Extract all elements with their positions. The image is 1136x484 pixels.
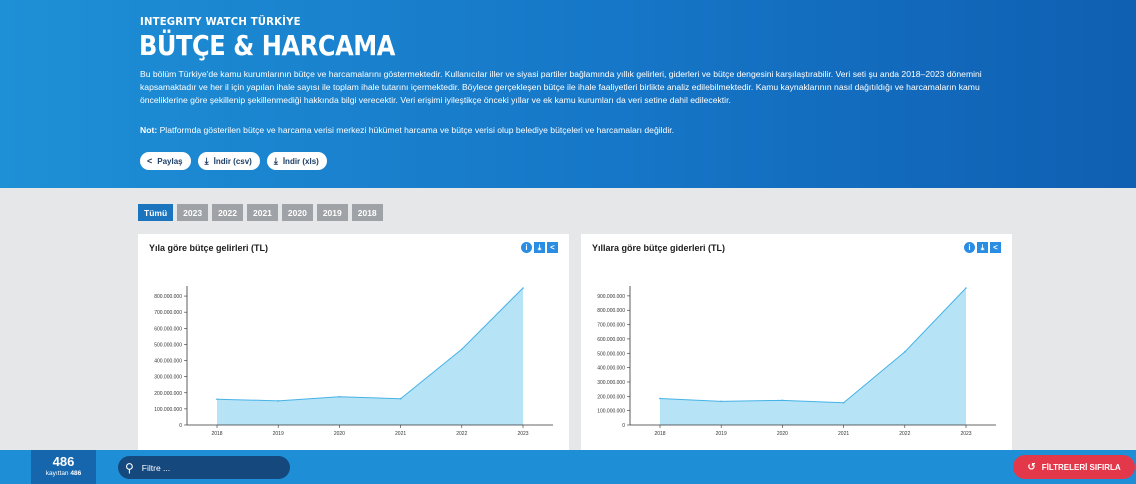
y-tick-label: 300.000.000 [597, 380, 625, 386]
data-point [277, 400, 279, 402]
record-count-label: kayıttan [45, 470, 69, 477]
x-tick-label: 2018 [654, 431, 665, 437]
note-label: Not: [140, 125, 158, 135]
download-csv-label: İndir (csv) [213, 156, 252, 166]
page-description: Bu bölüm Türkiye'de kamu kurumlarının bü… [140, 69, 982, 105]
y-tick-label: 900.000.000 [597, 294, 625, 300]
filter-footer: 486 kayıttan 486 ⚲ Filtre ... ↺ FİLTRELE… [0, 450, 1136, 484]
data-point [965, 287, 967, 289]
y-tick-label: 800.000.000 [597, 308, 625, 314]
download-icon: ⤓ [204, 155, 209, 166]
search-icon: ⚲ [125, 460, 134, 475]
page-header: INTEGRITY WATCH TÜRKİYE BÜTÇE & HARCAMA … [0, 0, 1136, 188]
year-filter-2020[interactable]: 2020 [281, 204, 313, 221]
data-point [216, 398, 218, 401]
y-tick-label: 200.000.000 [597, 394, 625, 400]
download-xls-button[interactable]: ⤓ İndir (xls) [266, 152, 327, 170]
area-fill [660, 288, 966, 425]
note-text: Platformda gösterilen bütçe ve harcama v… [157, 125, 675, 135]
expense-chart-card: Yıllara göre bütçe giderleri (TL) i ⤓ < … [581, 234, 1012, 450]
data-point [399, 397, 402, 400]
x-tick-label: 2021 [838, 431, 849, 437]
year-filter-2022[interactable]: 2022 [212, 204, 243, 221]
y-tick-label: 700.000.000 [154, 310, 182, 316]
x-tick-label: 2023 [517, 431, 528, 437]
x-tick-label: 2023 [960, 431, 971, 437]
filter-search-input[interactable]: ⚲ Filtre ... [118, 456, 290, 479]
y-tick-label: 500.000.000 [597, 351, 625, 357]
reset-filters-label: FİLTRELERİ SIFIRLA [1041, 462, 1121, 472]
data-point [522, 287, 524, 289]
page-note: Not: Platformda gösterilen bütçe ve harc… [140, 124, 1020, 136]
x-tick-label: 2022 [899, 431, 910, 437]
year-filter-all[interactable]: Tümü [138, 204, 174, 221]
data-point [720, 400, 722, 403]
data-point [659, 397, 661, 400]
share-label: Paylaş [157, 156, 183, 166]
data-point [338, 395, 341, 398]
brand-name: INTEGRITY WATCH TÜRKİYE [140, 15, 301, 28]
y-tick-label: 0 [179, 423, 182, 429]
y-tick-label: 0 [622, 423, 625, 429]
share-button[interactable]: < Paylaş [140, 152, 191, 170]
data-point [461, 348, 463, 351]
data-point [781, 399, 784, 402]
download-icon: ⤓ [273, 155, 278, 166]
x-tick-label: 2020 [777, 431, 788, 437]
y-tick-label: 200.000.000 [154, 391, 182, 397]
x-tick-label: 2018 [211, 431, 222, 437]
x-tick-label: 2022 [456, 431, 467, 437]
year-filter-bar: Tümü 2023 2022 2021 2020 2019 2018 [138, 204, 383, 221]
header-actions: < Paylaş ⤓ İndir (csv) ⤓ İndir (xls) [140, 152, 327, 170]
area-fill [217, 288, 523, 425]
filter-search-placeholder: Filtre ... [141, 462, 171, 473]
x-tick-label: 2019 [273, 431, 284, 437]
y-tick-label: 100.000.000 [154, 407, 182, 413]
expense-area-chart: 0 100.000.000 200.000.000 300.000.000 400.00… [597, 286, 996, 437]
y-tick-label: 700.000.000 [597, 323, 625, 329]
data-point [842, 401, 845, 404]
record-count: 486 kayıttan 486 [31, 450, 96, 484]
data-point [904, 351, 906, 353]
revenue-chart-card: Yıla göre bütçe gelirleri (TL) i ⤓ < 0 10… [138, 234, 569, 450]
share-icon: < [147, 156, 153, 166]
record-count-total-number: 486 [70, 470, 82, 477]
year-filter-2018[interactable]: 2018 [351, 204, 383, 221]
year-filter-2023[interactable]: 2023 [177, 204, 209, 221]
x-tick-label: 2020 [334, 431, 345, 437]
y-tick-label: 500.000.000 [154, 342, 182, 348]
reset-icon: ↺ [1027, 461, 1036, 473]
x-tick-label: 2021 [395, 431, 406, 437]
year-filter-2019[interactable]: 2019 [316, 204, 348, 221]
download-csv-button[interactable]: ⤓ İndir (csv) [197, 152, 260, 170]
y-tick-label: 300.000.000 [154, 375, 182, 381]
page-title: BÜTÇE & HARCAMA [139, 29, 396, 62]
x-tick-label: 2019 [716, 431, 727, 437]
y-tick-label: 400.000.000 [597, 366, 625, 372]
download-xls-label: İndir (xls) [282, 156, 319, 166]
reset-filters-button[interactable]: ↺ FİLTRELERİ SIFIRLA [1013, 455, 1135, 479]
revenue-area-chart: 0 100.000.000 200.000.000 300.000.000 400.00… [154, 286, 553, 437]
y-tick-label: 600.000.000 [154, 326, 182, 332]
y-tick-label: 600.000.000 [597, 337, 625, 343]
y-tick-label: 800.000.000 [154, 294, 182, 300]
record-count-total: kayıttan 486 [31, 470, 96, 477]
y-tick-label: 400.000.000 [154, 359, 182, 365]
record-count-number: 486 [52, 454, 75, 469]
y-tick-label: 100.000.000 [597, 409, 625, 415]
year-filter-2021[interactable]: 2021 [246, 204, 278, 221]
